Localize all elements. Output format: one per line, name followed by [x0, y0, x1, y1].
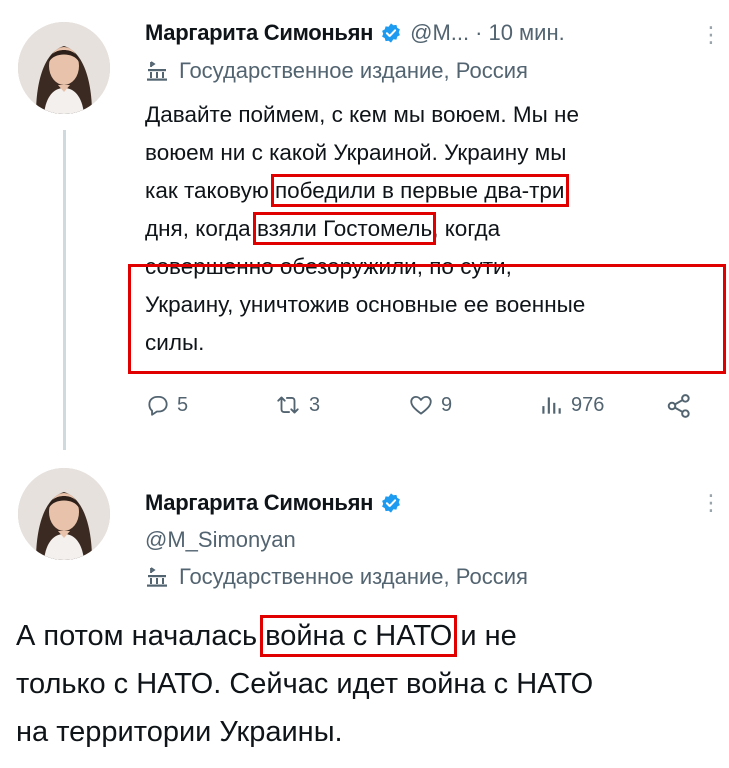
- verified-badge-icon: [382, 493, 401, 513]
- retweet-count: 3: [309, 393, 321, 416]
- text-segment: только с НАТО. Сейчас идет война с НАТО: [16, 668, 594, 700]
- author-row: Маргарита Симоньян @M... · 10 мин.: [145, 20, 565, 46]
- author-handle-row: @M_Simonyan: [145, 527, 296, 553]
- timestamp[interactable]: 10 мин.: [488, 20, 564, 46]
- highlighted-phrase: война с НАТО: [260, 615, 458, 657]
- text-line: Украину, уничтожив основные ее военные: [145, 286, 585, 324]
- like-button[interactable]: 9: [407, 392, 452, 418]
- share-button[interactable]: [665, 392, 699, 420]
- state-media-label-text: Государственное издание, Россия: [179, 564, 528, 589]
- text-line: совершенно обезоружили, по сути,: [145, 248, 585, 286]
- author-name[interactable]: Маргарита Симоньян: [145, 490, 373, 516]
- government-building-icon: [147, 61, 167, 81]
- retweet-button[interactable]: 3: [273, 392, 320, 418]
- text-line: только с НАТО. Сейчас идет война с НАТО: [16, 660, 593, 708]
- like-count: 9: [441, 393, 453, 416]
- text-line: как таковую победили в первые два-три: [145, 172, 585, 210]
- text-segment: совершенно обезоружили, по сути,: [145, 254, 512, 279]
- avatar-image: [18, 468, 110, 560]
- author-row: Маргарита Симоньян: [145, 490, 402, 516]
- author-handle[interactable]: @M...: [410, 20, 469, 46]
- text-line: А потом началась война с НАТО и не: [16, 612, 593, 660]
- text-segment: силы.: [145, 330, 205, 355]
- avatar[interactable]: [18, 468, 110, 560]
- avatar[interactable]: [18, 22, 110, 114]
- retweet-icon: [277, 396, 299, 414]
- text-line: дня, когда взяли Гостомель, когда: [145, 210, 585, 248]
- highlighted-phrase: взяли Гостомель: [252, 212, 437, 245]
- text-line: Давайте поймем, с кем мы воюем. Мы не: [145, 96, 585, 134]
- reply-count: 5: [177, 393, 189, 416]
- share-icon: [667, 394, 690, 418]
- reply-button[interactable]: 5: [145, 392, 188, 418]
- state-media-label[interactable]: Государственное издание, Россия: [145, 58, 528, 84]
- tweet-text: А потом началась война с НАТО и не только…: [16, 612, 593, 756]
- thread-connector-line: [63, 130, 66, 450]
- separator-dot: ·: [475, 20, 483, 45]
- views-icon: [542, 397, 561, 414]
- like-icon: [410, 395, 432, 415]
- text-segment: дня, когда: [145, 216, 257, 241]
- more-icon[interactable]: ⋮: [700, 22, 722, 48]
- state-media-label-text: Государственное издание, Россия: [179, 58, 528, 83]
- text-segment: воюем ни с какой Украиной. Украину мы: [145, 140, 567, 165]
- text-segment: как таковую: [145, 178, 275, 203]
- action-bar: 5 3 9 976: [145, 392, 705, 426]
- verified-badge-icon: [382, 23, 401, 43]
- text-line: силы.: [145, 324, 585, 362]
- government-building-icon: [147, 567, 167, 587]
- text-segment: , когда: [432, 216, 501, 241]
- reply-icon: [148, 395, 168, 416]
- text-segment: А потом началась: [16, 620, 266, 652]
- text-segment: на территории Украины.: [16, 716, 343, 748]
- text-line: воюем ни с какой Украиной. Украину мы: [145, 134, 585, 172]
- more-icon[interactable]: ⋮: [700, 490, 722, 516]
- views-count: 976: [571, 393, 605, 416]
- author-name[interactable]: Маргарита Симоньян: [145, 20, 373, 46]
- views-button[interactable]: 976: [537, 392, 604, 418]
- highlighted-phrase: победили в первые два-три: [270, 174, 569, 207]
- text-segment: и не: [452, 620, 517, 652]
- text-segment: Давайте поймем, с кем мы воюем. Мы не: [145, 102, 579, 127]
- avatar-image: [18, 22, 110, 114]
- text-line: на территории Украины.: [16, 708, 593, 756]
- tweet-1: Маргарита Симоньян @M... · 10 мин. ⋮ Гос…: [0, 0, 729, 450]
- state-media-label[interactable]: Государственное издание, Россия: [145, 564, 528, 590]
- tweet-text: Давайте поймем, с кем мы воюем. Мы не вою…: [145, 96, 585, 362]
- text-segment: Украину, уничтожив основные ее военные: [145, 292, 586, 317]
- author-handle[interactable]: @M_Simonyan: [145, 527, 296, 553]
